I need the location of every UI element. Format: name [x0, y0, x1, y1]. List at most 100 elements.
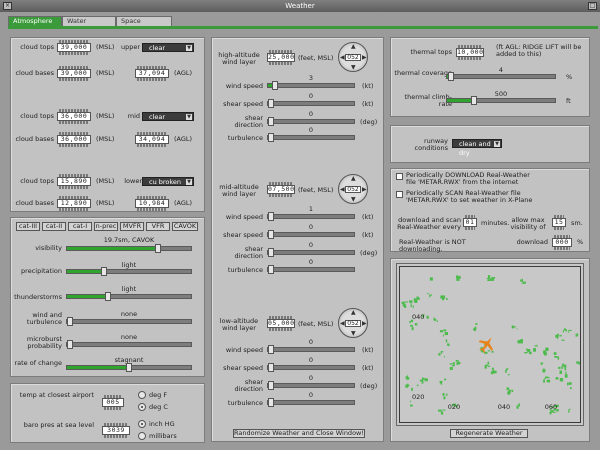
high-altitude-field[interactable]: 25,000 [267, 50, 295, 65]
lower-bases-field[interactable]: 12,890 [57, 196, 91, 211]
mid-shear-speed-slider[interactable] [267, 230, 355, 239]
visibility-slider[interactable] [66, 244, 192, 253]
max-visibility-field[interactable]: 15 [552, 215, 566, 230]
rate-of-change-slider[interactable] [66, 363, 192, 372]
preset-cat3-button[interactable]: cat-III [16, 222, 40, 231]
mid-tops-field[interactable]: 36,000 [57, 109, 91, 124]
low-wind-speed-slider[interactable] [267, 345, 355, 354]
slider-handle[interactable] [268, 117, 274, 126]
slider-handle[interactable] [101, 267, 108, 276]
microburst-slider[interactable] [66, 340, 192, 349]
thermal-coverage-slider[interactable] [446, 72, 556, 81]
cloud-tops-label: cloud tops [20, 177, 54, 185]
regenerate-weather-button[interactable]: Regenerate Weather [450, 429, 528, 438]
cloud-cell [559, 335, 562, 337]
slider-handle[interactable] [154, 244, 161, 253]
slider-handle[interactable] [268, 345, 274, 354]
lower-agl-field[interactable]: 10,984 [135, 196, 169, 211]
slider-handle[interactable] [268, 230, 274, 239]
preset-vfr-button[interactable]: VFR [146, 222, 170, 231]
low-altitude-field[interactable]: 05,000 [267, 316, 295, 331]
deg-f-radio[interactable] [138, 391, 146, 399]
high-turbulence-slider[interactable] [267, 133, 355, 142]
mid-cloud-type-dropdown[interactable]: clear ▼ [142, 112, 194, 121]
scan-label: Periodically SCAN Real-Weather file 'MET… [406, 189, 533, 204]
cloud-cell [561, 365, 563, 369]
preset-mvfr-button[interactable]: MVFR [120, 222, 144, 231]
high-shear-dir-slider[interactable] [267, 117, 355, 126]
slider-handle[interactable] [268, 381, 274, 390]
weather-map[interactable] [396, 263, 584, 426]
low-shear-dir-slider[interactable] [267, 381, 355, 390]
slider-handle[interactable] [67, 340, 73, 349]
mid-shear-dir-slider[interactable] [267, 248, 355, 257]
high-turbulence-value: 0 [308, 126, 314, 134]
cloud-cell [409, 300, 413, 303]
mid-altitude-field[interactable]: 07,500 [267, 182, 295, 197]
thunderstorms-slider[interactable] [66, 292, 192, 301]
scan-checkbox[interactable] [396, 191, 403, 198]
thermal-tops-field[interactable]: 10,000 [456, 45, 484, 60]
mid-wind-speed-slider[interactable] [267, 212, 355, 221]
cloud-cell [542, 368, 545, 372]
mid-bases-field[interactable]: 36,000 [57, 132, 91, 147]
preset-cavok-button[interactable]: CAVOK [172, 222, 198, 231]
high-shear-speed-slider[interactable] [267, 99, 355, 108]
mid-wind-direction-dial[interactable]: ▲ ▼ ◀ ▶ 052 [338, 174, 368, 204]
cloud-cell [455, 360, 459, 362]
mid-agl-field[interactable]: 34,094 [135, 132, 169, 147]
wind-turbulence-slider[interactable] [66, 317, 192, 326]
cloud-cell [447, 343, 450, 346]
slider-handle[interactable] [268, 99, 274, 108]
cloud-cell [449, 363, 453, 365]
close-icon[interactable]: × [3, 2, 12, 10]
slider-handle[interactable] [268, 363, 274, 372]
preset-cat1-button[interactable]: cat-I [68, 222, 92, 231]
lower-cloud-type-dropdown[interactable]: cu broken ▼ [142, 177, 194, 186]
feet-msl-label: (feet, MSL) [298, 186, 334, 194]
maximize-icon[interactable]: □ [588, 2, 597, 10]
inch-hg-radio[interactable] [138, 420, 146, 428]
lower-tops-field[interactable]: 15,890 [57, 174, 91, 189]
slider-handle[interactable] [471, 96, 477, 105]
randomize-weather-button[interactable]: Randomize Weather and Close Window! [233, 429, 365, 438]
preset-nprec-button[interactable]: n-prec [94, 222, 118, 231]
deg-c-radio[interactable] [138, 403, 146, 411]
deg-c-label: deg C [149, 403, 168, 411]
slider-handle[interactable] [268, 265, 274, 274]
temp-field[interactable]: 005 [102, 395, 124, 410]
precipitation-slider[interactable] [66, 267, 192, 276]
low-wind-direction-dial[interactable]: ▲ ▼ ◀ ▶ 052 [338, 308, 368, 338]
download-checkbox[interactable] [396, 173, 403, 180]
every-field[interactable]: 01 [463, 215, 477, 230]
slider-handle[interactable] [268, 133, 274, 142]
slider-handle[interactable] [271, 81, 278, 90]
preset-cat2-button[interactable]: cat-II [42, 222, 66, 231]
arrow-left-icon: ◀ [340, 186, 345, 193]
upper-cloud-type-dropdown[interactable]: clear ▼ [142, 43, 194, 52]
cloud-cell [512, 326, 515, 328]
low-turbulence-slider[interactable] [267, 398, 355, 407]
upper-tops-field[interactable]: 39,000 [57, 40, 91, 55]
upper-agl-field[interactable]: 37,094 [135, 66, 169, 81]
cloud-cell [443, 356, 446, 358]
low-shear-speed-slider[interactable] [267, 363, 355, 372]
max-visibility-label: allow max visibility of [510, 216, 546, 231]
thermal-climb-slider[interactable] [446, 96, 556, 105]
slider-handle[interactable] [268, 398, 274, 407]
slider-handle[interactable] [67, 317, 73, 326]
mid-turbulence-slider[interactable] [267, 265, 355, 274]
slider-handle[interactable] [126, 363, 132, 372]
slider-handle[interactable] [268, 248, 274, 257]
slider-handle[interactable] [104, 292, 111, 301]
slider-handle[interactable] [268, 212, 274, 221]
upper-bases-field[interactable]: 39,000 [57, 66, 91, 81]
slider-handle[interactable] [448, 72, 455, 81]
high-wind-direction-dial[interactable]: ▲ ▼ ◀ ▶ 052 [338, 42, 368, 72]
millibars-radio[interactable] [138, 432, 146, 440]
shear-speed-label: shear speed [223, 231, 263, 239]
high-wind-speed-slider[interactable] [267, 81, 355, 90]
cloud-cell [546, 379, 551, 383]
runway-conditions-dropdown[interactable]: clean and dry ▼ [452, 139, 502, 157]
baro-field[interactable]: 3039 [102, 423, 130, 438]
